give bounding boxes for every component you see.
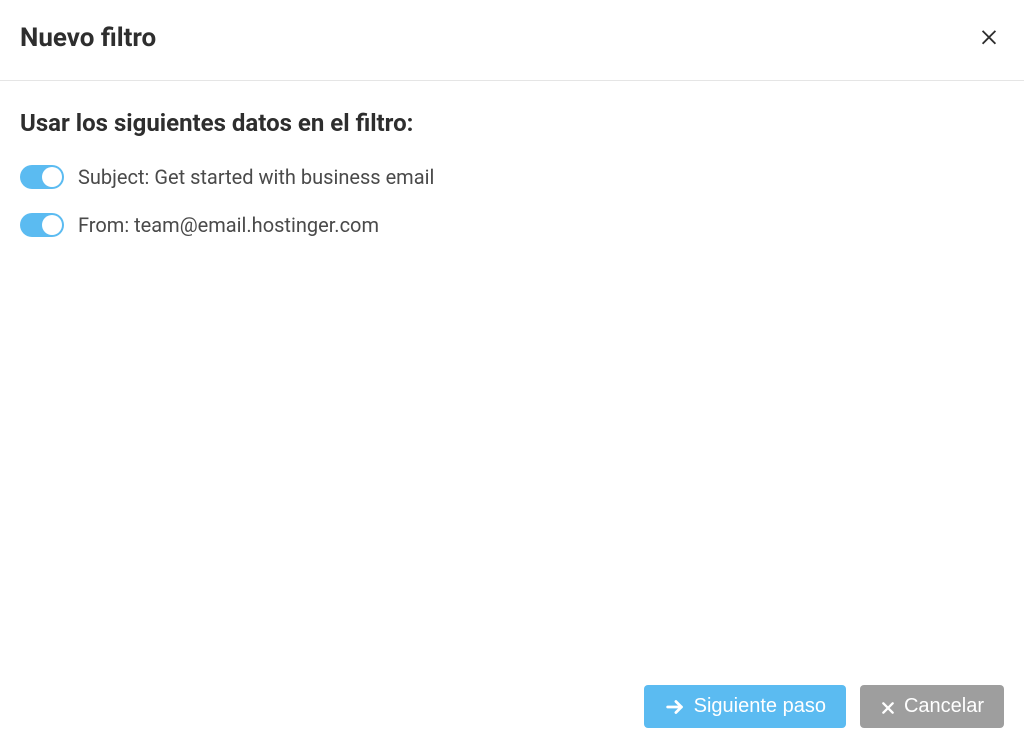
filter-toggle-from[interactable] <box>20 213 64 237</box>
dialog-body: Usar los siguientes datos en el filtro: … <box>0 81 1024 665</box>
filter-row: Subject: Get started with business email <box>20 165 1004 189</box>
close-icon <box>978 22 1000 53</box>
toggle-knob <box>42 215 62 235</box>
filter-label: Subject: Get started with business email <box>78 165 434 189</box>
next-step-label: Siguiente paso <box>694 695 826 718</box>
toggle-knob <box>42 167 62 187</box>
filter-row: From: team@email.hostinger.com <box>20 213 1004 237</box>
close-button[interactable] <box>974 20 1004 56</box>
arrow-right-icon <box>664 696 686 718</box>
cancel-button[interactable]: Cancelar <box>860 685 1004 728</box>
dialog-footer: Siguiente paso Cancelar <box>0 665 1024 752</box>
close-icon <box>880 699 896 715</box>
cancel-label: Cancelar <box>904 695 984 718</box>
dialog-title: Nuevo filtro <box>20 23 156 53</box>
next-step-button[interactable]: Siguiente paso <box>644 685 846 728</box>
filter-label: From: team@email.hostinger.com <box>78 213 379 237</box>
filter-section-title: Usar los siguientes datos en el filtro: <box>20 109 1004 137</box>
filter-toggle-subject[interactable] <box>20 165 64 189</box>
dialog-header: Nuevo filtro <box>0 0 1024 81</box>
